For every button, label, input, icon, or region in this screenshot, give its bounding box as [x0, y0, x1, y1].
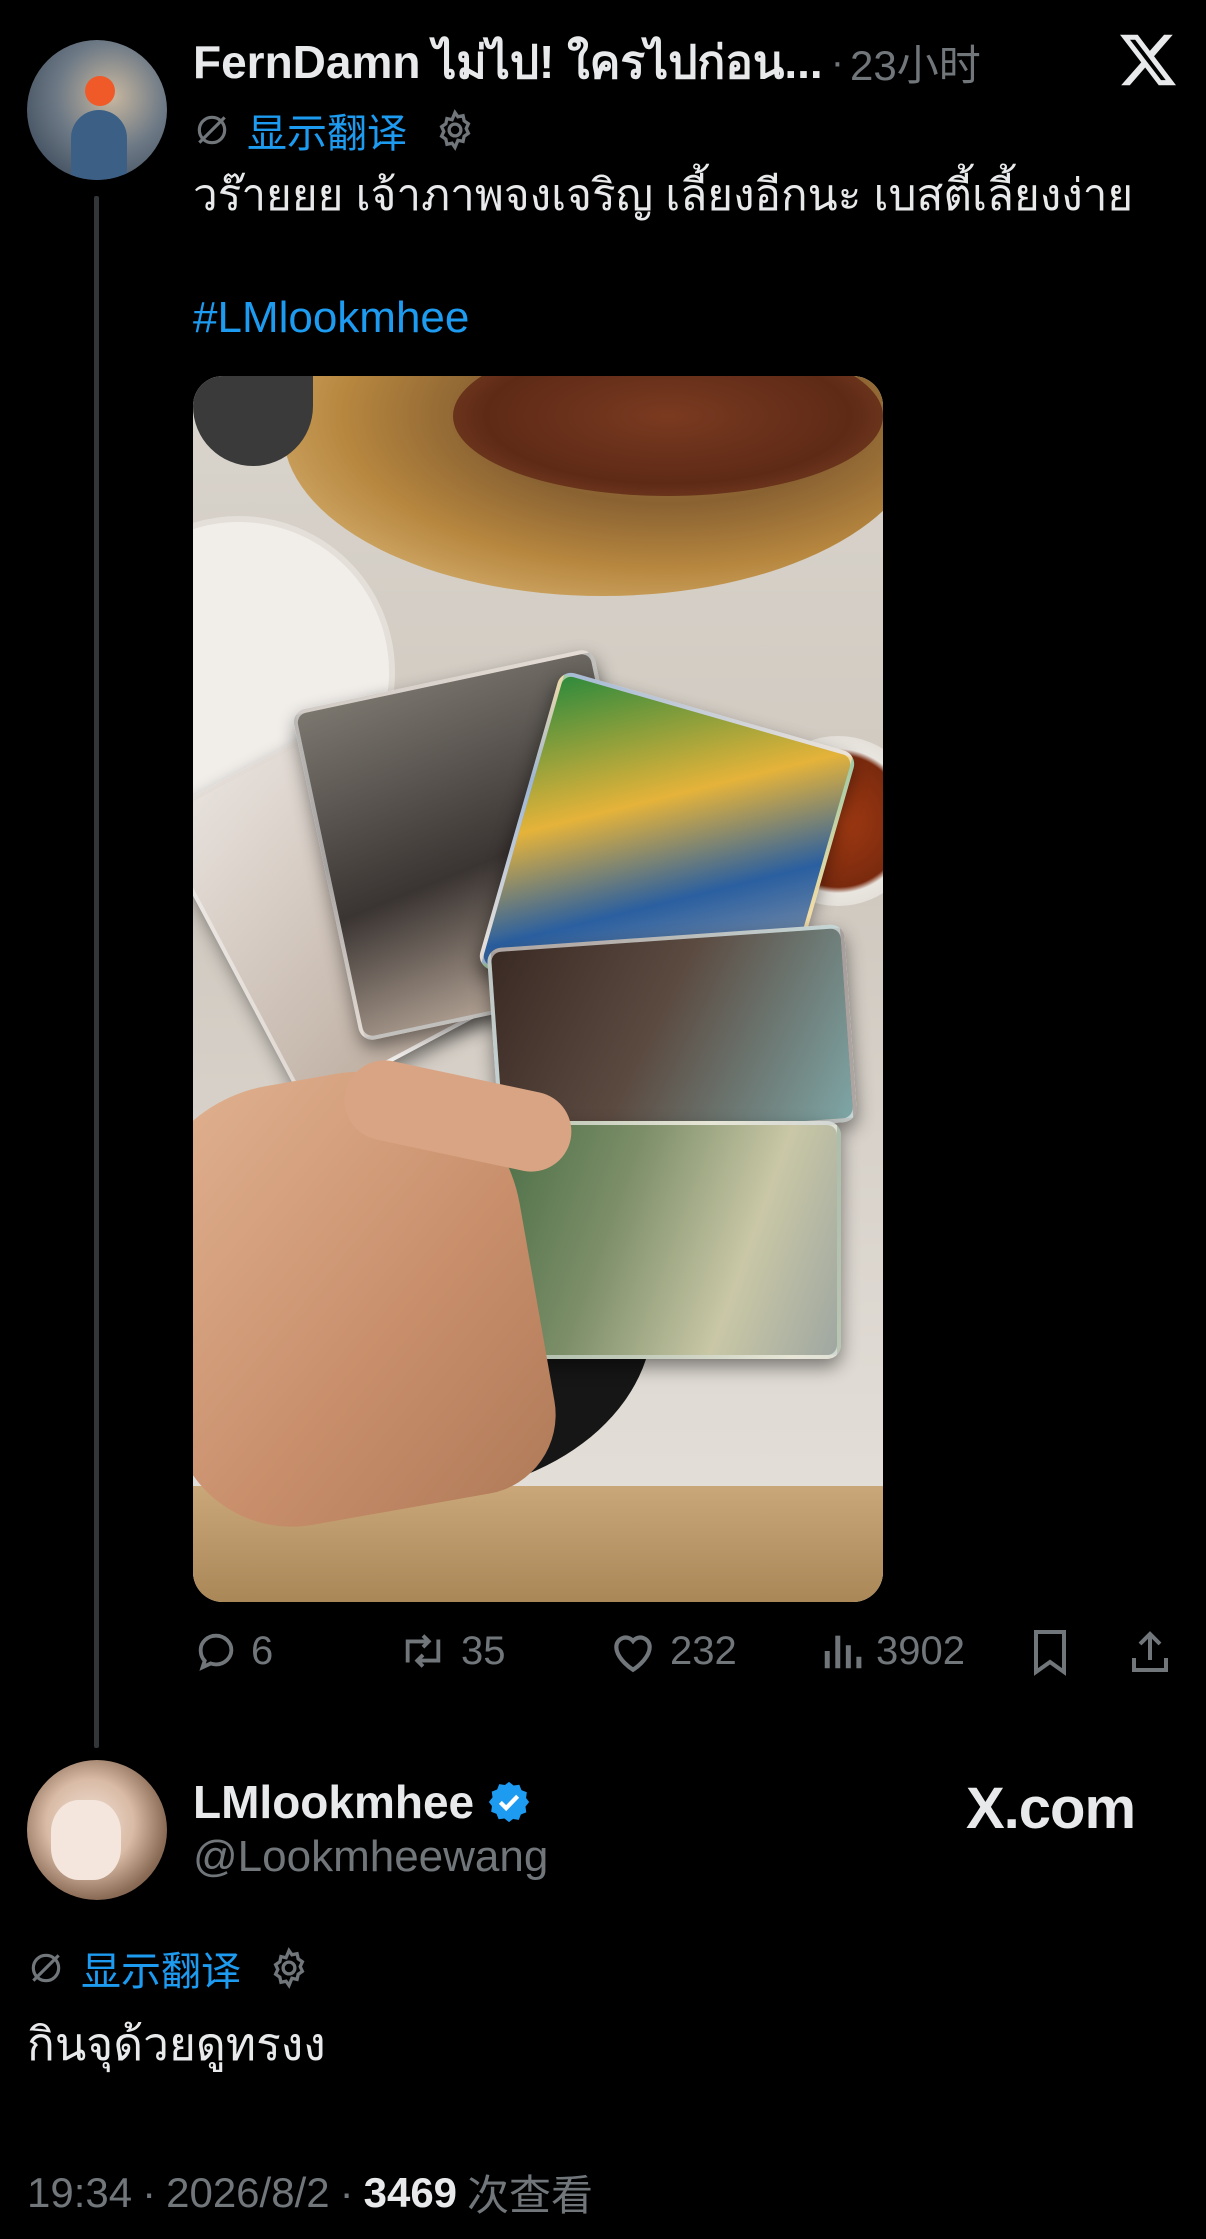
verified-badge-icon — [486, 1779, 532, 1825]
avatar[interactable] — [27, 40, 167, 180]
xcom-watermark: X.com — [966, 1776, 1136, 1841]
avatar-flower-decoration — [85, 76, 115, 106]
thread-connector-line — [94, 196, 99, 1748]
reply-icon — [193, 1628, 251, 1674]
reply-count: 6 — [251, 1628, 274, 1673]
avatar-figure-decoration — [71, 110, 127, 180]
show-translation-link[interactable]: 显示翻译 — [247, 101, 407, 159]
bookmark-icon[interactable] — [1028, 1628, 1072, 1681]
views-count: 3902 — [876, 1628, 965, 1673]
translate-row: 显示翻译 — [193, 104, 477, 156]
hashtag-link[interactable]: #LMlookmhee — [193, 290, 469, 346]
meta-separator: · — [339, 2168, 354, 2216]
quoted-display-name[interactable]: LMlookmhee — [193, 1775, 474, 1829]
retweet-count: 35 — [461, 1628, 506, 1673]
reply-button[interactable]: 6 — [193, 1628, 273, 1674]
separator-dot: · — [830, 39, 845, 84]
share-icon[interactable] — [1126, 1628, 1174, 1681]
quoted-show-translation-link[interactable]: 显示翻译 — [81, 1939, 241, 1997]
views-icon — [820, 1628, 876, 1674]
view-count: 3469 — [363, 2168, 458, 2216]
retweet-icon — [397, 1628, 461, 1674]
translate-off-icon — [27, 1949, 65, 1987]
post-time: 19:34 — [27, 2168, 133, 2216]
views-button[interactable]: 3902 — [820, 1628, 965, 1674]
translate-off-icon — [193, 111, 231, 149]
retweet-button[interactable]: 35 — [397, 1628, 506, 1674]
quoted-meta-row: 19:34 · 2026/8/2 · 3469 次查看 — [27, 2162, 593, 2223]
post-date: 2026/8/2 — [166, 2168, 330, 2216]
tweet-text: วร๊ายยย เจ้าภาพจงเจริญ เลี้ยงอีกนะ เบสตี… — [193, 171, 1134, 220]
view-count-label: 次查看 — [467, 2172, 594, 2219]
like-button[interactable]: 232 — [608, 1628, 737, 1674]
like-icon — [608, 1628, 670, 1674]
tweet-header: FernDamn ไม่ไป! ใครไปก่อน... · 23小时 — [193, 32, 981, 92]
quoted-avatar[interactable] — [27, 1760, 167, 1900]
display-name[interactable]: FernDamn ไม่ไป! ใครไปก่อน... — [193, 26, 823, 99]
meta-separator: · — [142, 2168, 157, 2216]
gear-icon[interactable] — [433, 108, 477, 152]
quoted-handle[interactable]: @Lookmheewang — [193, 1832, 548, 1882]
avatar-face-decoration — [51, 1800, 121, 1880]
tweet-photo[interactable] — [193, 376, 883, 1602]
quoted-tweet-text: กินจุด้วยดูทรงง — [27, 2018, 326, 2070]
tweet-time-ago[interactable]: 23小时 — [850, 32, 981, 93]
x-logo-icon[interactable] — [1120, 32, 1176, 88]
quoted-name-row: LMlookmhee — [193, 1770, 532, 1834]
like-count: 232 — [670, 1628, 737, 1673]
gear-icon[interactable] — [267, 1946, 311, 1990]
quoted-translate-row: 显示翻译 — [27, 1942, 311, 1994]
